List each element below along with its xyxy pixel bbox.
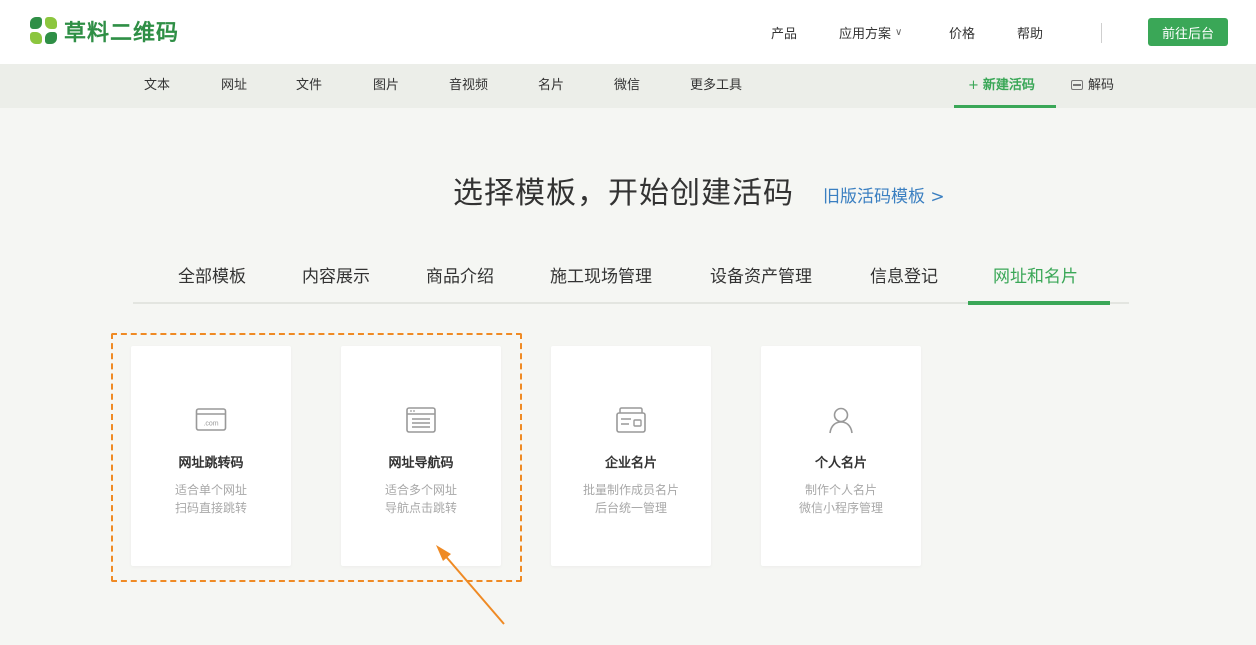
nav-divider bbox=[1101, 23, 1102, 43]
card-title: 企业名片 bbox=[604, 456, 657, 471]
tab-all-templates[interactable]: 全部模板 bbox=[178, 262, 246, 302]
logo-icon bbox=[30, 17, 58, 45]
nav-solutions[interactable]: 应用方案 ∨ bbox=[839, 0, 902, 64]
go-backend-button[interactable]: 前往后台 bbox=[1148, 18, 1228, 46]
tab-equipment-assets[interactable]: 设备资产管理 bbox=[710, 262, 812, 302]
nav-help[interactable]: 帮助 bbox=[1017, 0, 1043, 64]
card-desc-line2: 后台统一管理 bbox=[594, 501, 667, 515]
subnav-wechat[interactable]: 微信 bbox=[614, 64, 640, 108]
subnav-url[interactable]: 网址 bbox=[221, 64, 247, 108]
old-templates-link[interactable]: 旧版活码模板 > bbox=[823, 182, 945, 207]
new-code-underline bbox=[954, 105, 1056, 108]
plus-icon: + bbox=[968, 78, 979, 93]
card-desc-line2: 微信小程序管理 bbox=[798, 501, 883, 515]
tab-product-intro[interactable]: 商品介绍 bbox=[426, 262, 494, 302]
tab-construction-site[interactable]: 施工现场管理 bbox=[550, 262, 652, 302]
decode-button[interactable]: 解码 bbox=[1071, 64, 1114, 108]
nav-product[interactable]: 产品 bbox=[771, 0, 797, 64]
subnav-file[interactable]: 文件 bbox=[296, 64, 322, 108]
nav-solutions-label: 应用方案 bbox=[839, 26, 892, 42]
logo-text: 草料二维码 bbox=[64, 21, 180, 46]
logo[interactable]: 草料二维码 bbox=[30, 16, 179, 46]
card-title: 个人名片 bbox=[814, 456, 867, 471]
page-title: 选择模板，开始创建活码 bbox=[453, 176, 794, 211]
tab-content-display[interactable]: 内容展示 bbox=[302, 262, 370, 302]
arrow-icon bbox=[436, 545, 505, 625]
business-card-icon bbox=[616, 407, 646, 433]
scan-icon bbox=[1071, 80, 1083, 90]
new-code-button[interactable]: + 新建活码 bbox=[968, 64, 1035, 108]
subnav-more-tools[interactable]: 更多工具 bbox=[690, 64, 742, 108]
nav-pricing[interactable]: 价格 bbox=[949, 0, 975, 64]
decode-label: 解码 bbox=[1088, 78, 1115, 93]
person-icon bbox=[829, 407, 853, 434]
top-header: 草料二维码 产品 应用方案 ∨ 价格 帮助 前往后台 bbox=[0, 0, 1256, 64]
tab-url-and-card[interactable]: 网址和名片 bbox=[993, 262, 1078, 302]
subnav-text[interactable]: 文本 bbox=[144, 64, 170, 108]
sub-nav: 文本 网址 文件 图片 音视频 名片 微信 更多工具 + 新建活码 解码 bbox=[0, 64, 1256, 108]
subnav-audio-video[interactable]: 音视频 bbox=[449, 64, 488, 108]
active-tab-underline bbox=[968, 301, 1110, 305]
new-code-label: 新建活码 bbox=[982, 78, 1035, 93]
tab-info-registration[interactable]: 信息登记 bbox=[870, 262, 938, 302]
card-personal-card[interactable]: 个人名片 制作个人名片 微信小程序管理 bbox=[761, 346, 921, 566]
subnav-card[interactable]: 名片 bbox=[538, 64, 564, 108]
subnav-image[interactable]: 图片 bbox=[373, 64, 399, 108]
card-business-card[interactable]: 企业名片 批量制作成员名片 后台统一管理 bbox=[551, 346, 711, 566]
chevron-down-icon: ∨ bbox=[895, 26, 903, 38]
card-desc-line1: 批量制作成员名片 bbox=[582, 483, 679, 497]
card-desc-line1: 制作个人名片 bbox=[804, 483, 877, 497]
